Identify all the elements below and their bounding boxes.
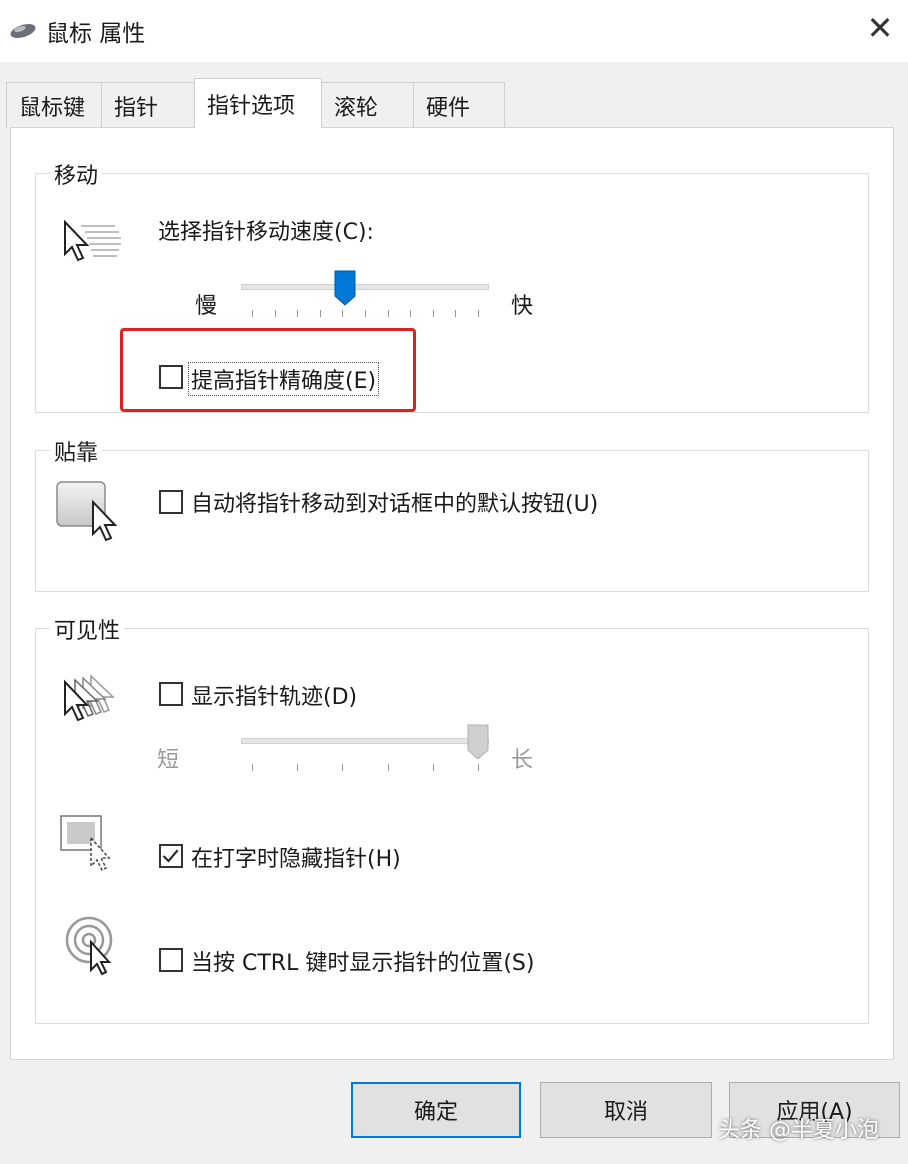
ctrl-location-label[interactable]: 当按 CTRL 键时显示指针的位置(S) xyxy=(191,945,534,977)
visibility-group-label: 可见性 xyxy=(50,613,125,645)
long-label: 长 xyxy=(511,748,534,773)
pointer-location-icon xyxy=(65,916,113,976)
short-label: 短 xyxy=(157,748,180,773)
slider-tick xyxy=(478,764,479,771)
slider-tick xyxy=(432,764,434,771)
slider-tick xyxy=(297,764,299,771)
speed-slider-track[interactable] xyxy=(241,284,489,290)
fast-label: 快 xyxy=(511,294,534,319)
ok-button[interactable]: 确定 xyxy=(351,1082,521,1138)
checkmark-icon xyxy=(162,849,179,863)
slider-tick xyxy=(432,310,434,317)
snap-to-label[interactable]: 自动将指针移动到对话框中的默认按钮(U) xyxy=(191,486,598,518)
tab-hardware[interactable]: 硬件 xyxy=(413,82,505,128)
pointer-speed-icon xyxy=(64,220,121,262)
slow-label: 慢 xyxy=(195,294,218,319)
snap-to-icon xyxy=(56,481,118,542)
cancel-button[interactable]: 取消 xyxy=(540,1082,712,1138)
speed-label: 选择指针移动速度(C): xyxy=(158,220,374,245)
slider-tick xyxy=(252,764,253,771)
pointer-trails-icon xyxy=(64,674,115,722)
snap-to-group: 贴靠 xyxy=(35,435,869,592)
hide-pointer-label[interactable]: 在打字时隐藏指针(H) xyxy=(191,841,401,873)
mouse-icon xyxy=(10,24,36,38)
snap-to-checkbox[interactable] xyxy=(159,490,183,514)
slider-tick xyxy=(365,310,366,317)
pointer-trails-checkbox[interactable] xyxy=(159,682,183,706)
tab-pointer-options[interactable]: 指针选项 xyxy=(194,78,322,128)
slider-tick xyxy=(274,310,276,317)
title-bar: 鼠标 属性 ✕ xyxy=(0,0,908,62)
slider-tick xyxy=(478,310,479,317)
hide-pointer-icon xyxy=(60,815,111,872)
slider-tick xyxy=(387,310,389,317)
tab-panel: 移动 选择指针移动速度(C): 慢 快 提高指针精确度(E) 贴靠 自动将指针移… xyxy=(10,127,894,1060)
ctrl-location-checkbox[interactable] xyxy=(159,948,183,972)
window-title: 鼠标 属性 xyxy=(46,21,146,47)
pointer-trails-label[interactable]: 显示指针轨迹(D) xyxy=(191,679,357,711)
slider-tick xyxy=(410,310,412,317)
slider-tick xyxy=(297,310,299,317)
annotation-highlight-box xyxy=(120,328,416,412)
motion-group-label: 移动 xyxy=(50,158,103,190)
slider-tick xyxy=(455,310,457,317)
slider-tick xyxy=(252,310,253,317)
tab-pointers[interactable]: 指针 xyxy=(101,82,195,128)
slider-tick xyxy=(387,764,389,771)
tab-wheel[interactable]: 滚轮 xyxy=(321,82,414,128)
close-icon: ✕ xyxy=(866,9,894,47)
snap-to-group-label: 贴靠 xyxy=(50,435,103,467)
tab-mouse-buttons[interactable]: 鼠标键 xyxy=(6,82,102,128)
watermark-text: 头条 @半夏小泡 xyxy=(718,1118,879,1143)
trails-slider-track[interactable] xyxy=(241,738,489,744)
slider-tick xyxy=(342,310,344,317)
slider-tick xyxy=(342,764,344,771)
trails-slider-thumb[interactable] xyxy=(467,724,489,760)
close-button[interactable]: ✕ xyxy=(852,0,908,56)
slider-tick xyxy=(319,310,321,317)
speed-slider-thumb[interactable] xyxy=(334,270,356,306)
hide-pointer-checkbox[interactable] xyxy=(159,844,183,868)
